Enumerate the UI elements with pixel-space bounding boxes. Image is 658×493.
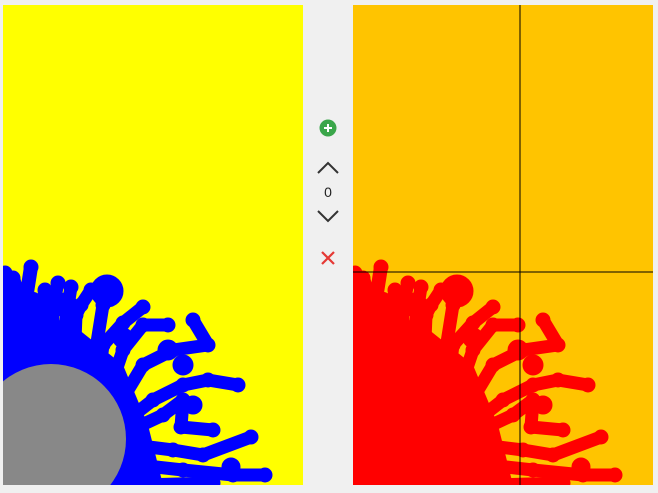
- growth-blob: [507, 339, 529, 361]
- growth-node: [473, 422, 489, 438]
- growth-node: [480, 457, 496, 473]
- down-button[interactable]: [308, 206, 348, 226]
- growth-node: [475, 437, 491, 453]
- growth-node: [123, 422, 139, 438]
- growth-blob: [112, 327, 134, 349]
- growth-node: [175, 377, 191, 393]
- growth-node: [545, 447, 561, 463]
- growth-node: [400, 275, 416, 291]
- growth-node: [593, 429, 609, 445]
- growth-node: [135, 299, 151, 315]
- growth-node: [95, 337, 111, 353]
- growth-node: [63, 279, 79, 295]
- growth-blob: [522, 354, 544, 376]
- up-button[interactable]: [308, 158, 348, 178]
- growth-node: [525, 377, 541, 393]
- growth-blob: [172, 354, 194, 376]
- growth-blob: [157, 339, 179, 361]
- growth-blob: [462, 327, 484, 349]
- growth-node: [160, 317, 176, 333]
- growth-node: [485, 299, 501, 315]
- close-icon: [321, 251, 335, 265]
- growth-node: [200, 337, 216, 353]
- left-canvas[interactable]: [3, 5, 303, 485]
- growth-blob: [440, 274, 474, 308]
- growth-node: [23, 259, 39, 275]
- growth-node: [5, 270, 21, 286]
- growth-node: [495, 392, 511, 408]
- growth-node: [165, 442, 181, 458]
- growth-node: [145, 392, 161, 408]
- delete-button[interactable]: [308, 248, 348, 268]
- growth-node: [550, 372, 566, 388]
- growth-node: [173, 419, 189, 435]
- growth-node: [155, 407, 171, 423]
- growth-blob: [533, 395, 553, 415]
- growth-blob: [52, 292, 78, 318]
- growth-node: [205, 422, 221, 438]
- growth-blob: [367, 291, 395, 319]
- growth-node: [391, 447, 407, 463]
- growth-node: [243, 429, 259, 445]
- chevron-down-icon: [317, 210, 339, 223]
- growth-node: [355, 270, 371, 286]
- growth-blob: [571, 457, 591, 477]
- toolbar: 0: [303, 0, 353, 493]
- growth-blob: [402, 292, 428, 318]
- growth-node: [550, 337, 566, 353]
- growth-blob: [221, 457, 241, 477]
- growth-node: [135, 317, 151, 333]
- growth-blob: [17, 291, 45, 319]
- growth-node: [50, 275, 66, 291]
- counter-value: 0: [324, 184, 332, 200]
- right-canvas[interactable]: [353, 5, 653, 485]
- growth-node: [555, 475, 571, 485]
- growth-blob: [183, 395, 203, 415]
- growth-node: [413, 432, 429, 448]
- growth-node: [230, 377, 246, 393]
- growth-node: [135, 357, 151, 373]
- growth-node: [485, 357, 501, 373]
- growth-node: [365, 467, 381, 483]
- growth-node: [525, 462, 541, 478]
- chevron-up-icon: [317, 161, 339, 174]
- growth-node: [200, 372, 216, 388]
- growth-node: [607, 467, 623, 483]
- growth-node: [257, 467, 273, 483]
- growth-node: [185, 312, 201, 328]
- growth-node: [523, 419, 539, 435]
- growth-node: [175, 462, 191, 478]
- growth-node: [515, 442, 531, 458]
- growth-node: [555, 422, 571, 438]
- growth-node: [580, 377, 596, 393]
- growth-node: [125, 437, 141, 453]
- growth-node: [195, 447, 211, 463]
- growth-node: [445, 337, 461, 353]
- growth-branch: [486, 476, 570, 485]
- growth-node: [130, 457, 146, 473]
- growth-node: [485, 317, 501, 333]
- growth-blob: [90, 274, 124, 308]
- growth-node: [505, 407, 521, 423]
- growth-node: [413, 279, 429, 295]
- growth-node: [535, 312, 551, 328]
- plus-circle-icon: [319, 119, 337, 137]
- growth-node: [205, 475, 221, 485]
- growth-node: [379, 457, 395, 473]
- growth-branch: [136, 476, 220, 485]
- growth-node: [510, 317, 526, 333]
- add-button[interactable]: [308, 118, 348, 138]
